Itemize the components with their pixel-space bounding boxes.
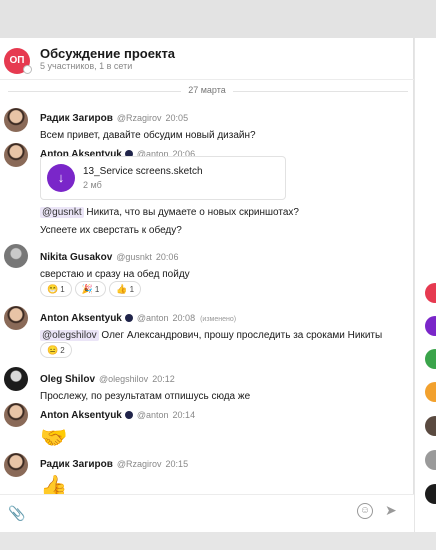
window-top-bar [0, 0, 436, 38]
author-handle[interactable]: @gusnkt [116, 252, 152, 262]
author-name[interactable]: Радик Загиров [40, 113, 113, 124]
message: Nikita Gusakov @gusnkt 20:06 сверстаю и ср… [40, 247, 410, 282]
author-name[interactable]: Oleg Shilov [40, 374, 95, 385]
message-time: 20:08 [172, 313, 196, 323]
moon-status-icon [124, 411, 133, 419]
avatar[interactable] [4, 108, 28, 132]
message: Oleg Shilov @olegshilov 20:12 Прослежу, по… [40, 369, 410, 404]
message-text-body: Никита, что вы думаете о новых скриншота… [86, 207, 299, 218]
expressionless-emoji-icon: 😑 [47, 345, 59, 355]
grin-emoji-icon: 😁 [47, 284, 59, 294]
paperclip-icon[interactable]: 📎 [8, 505, 25, 522]
author-name[interactable]: Радик Загиров [40, 459, 113, 470]
message-time: 20:06 [155, 252, 179, 262]
send-icon[interactable]: ➤ [385, 502, 397, 519]
reaction-expressionless[interactable]: 😑 2 [40, 342, 72, 358]
author-name[interactable]: Anton Aksentyuk [40, 313, 122, 324]
avatar[interactable] [4, 143, 28, 167]
reaction-count: 2 [60, 346, 65, 355]
message-time: 20:12 [152, 374, 175, 384]
author-handle[interactable]: @anton [137, 410, 169, 420]
thumbs-up-emoji-icon: 👍 [116, 284, 128, 294]
message-composer[interactable]: 📎 ☺ ➤ [0, 494, 414, 532]
message: Anton Aksentyuk @anton 20:14 🤝 [40, 405, 410, 451]
download-icon[interactable]: ↓ [47, 164, 75, 192]
message-text: @gusnkt Никита, что вы думаете о новых с… [40, 206, 410, 220]
smiley-icon[interactable]: ☺ [357, 503, 373, 519]
message-text: Всем привет, давайте обсудим новый дизай… [40, 130, 256, 141]
message-text: Успеете их сверстать к обеду? [40, 225, 182, 236]
message: Anton Aksentyuk @anton 20:08 (изменено) @ol… [40, 308, 410, 343]
message-time: 20:14 [172, 410, 196, 420]
message-time: 20:15 [165, 459, 189, 469]
window-bottom-bar [0, 532, 436, 550]
reactions: 😑 2 [40, 340, 75, 358]
avatar[interactable] [4, 453, 28, 477]
chat-window: ОП Обсуждение проекта 5 участников, 1 в … [0, 38, 414, 532]
moon-status-icon [124, 314, 133, 322]
author-name[interactable]: Anton Aksentyuk [40, 410, 122, 421]
message-text: Прослежу, по результатам отпишусь сюда ж… [40, 391, 251, 402]
reaction-count: 1 [60, 285, 65, 294]
reactions: 😁 1 🎉 1 👍 1 [40, 279, 144, 297]
author-handle[interactable]: @Rzagirov [117, 113, 162, 123]
conversation-list-avatar[interactable] [425, 349, 436, 369]
avatar[interactable] [4, 367, 28, 391]
author-name[interactable]: Nikita Gusakov [40, 252, 112, 263]
file-name[interactable]: 13_Service screens.sketch [83, 166, 203, 177]
message-time: 20:05 [165, 113, 189, 123]
message-text: Олег Александрович, прошу проследить за … [101, 330, 383, 341]
reaction-count: 1 [129, 285, 135, 294]
reaction-count: 1 [94, 285, 100, 294]
avatar[interactable] [4, 306, 28, 330]
file-attachment[interactable]: ↓ 13_Service screens.sketch 2 мб [40, 156, 286, 200]
conversation-list-avatar[interactable] [425, 450, 436, 470]
author-handle[interactable]: @anton [137, 313, 169, 323]
author-handle[interactable]: @olegshilov [99, 374, 148, 384]
conversation-title[interactable]: Обсуждение проекта [40, 46, 175, 61]
party-emoji-icon: 🎉 [81, 284, 93, 294]
conversation-list-avatar[interactable] [425, 316, 436, 336]
file-size: 2 мб [83, 180, 102, 190]
message: Радик Загиров @Rzagirov 20:05 Всем привет,… [40, 108, 410, 143]
reaction-party[interactable]: 🎉 1 [74, 281, 107, 297]
chat-header: ОП Обсуждение проекта 5 участников, 1 в … [0, 38, 414, 80]
reaction-thumbs-up[interactable]: 👍 1 [109, 281, 142, 297]
edited-label: (изменено) [200, 316, 237, 323]
author-handle[interactable]: @Rzagirov [117, 459, 162, 469]
conversation-list-avatar[interactable] [425, 283, 436, 303]
date-separator-label: 27 марта [181, 85, 233, 95]
avatar[interactable] [4, 244, 28, 268]
handshake-emoji-icon: 🤝 [40, 425, 68, 450]
date-separator: 27 марта [0, 84, 414, 98]
conversation-list-avatar[interactable] [425, 484, 436, 504]
reaction-grin[interactable]: 😁 1 [40, 281, 72, 297]
conversation-avatar-badge [23, 65, 32, 74]
conversation-participants[interactable]: 5 участников, 1 в сети [40, 61, 132, 71]
avatar[interactable] [4, 403, 28, 427]
conversation-list-avatar[interactable] [425, 382, 436, 402]
mention[interactable]: @gusnkt [40, 207, 84, 218]
conversation-list-panel [415, 38, 436, 532]
conversation-list-avatar[interactable] [425, 416, 436, 436]
